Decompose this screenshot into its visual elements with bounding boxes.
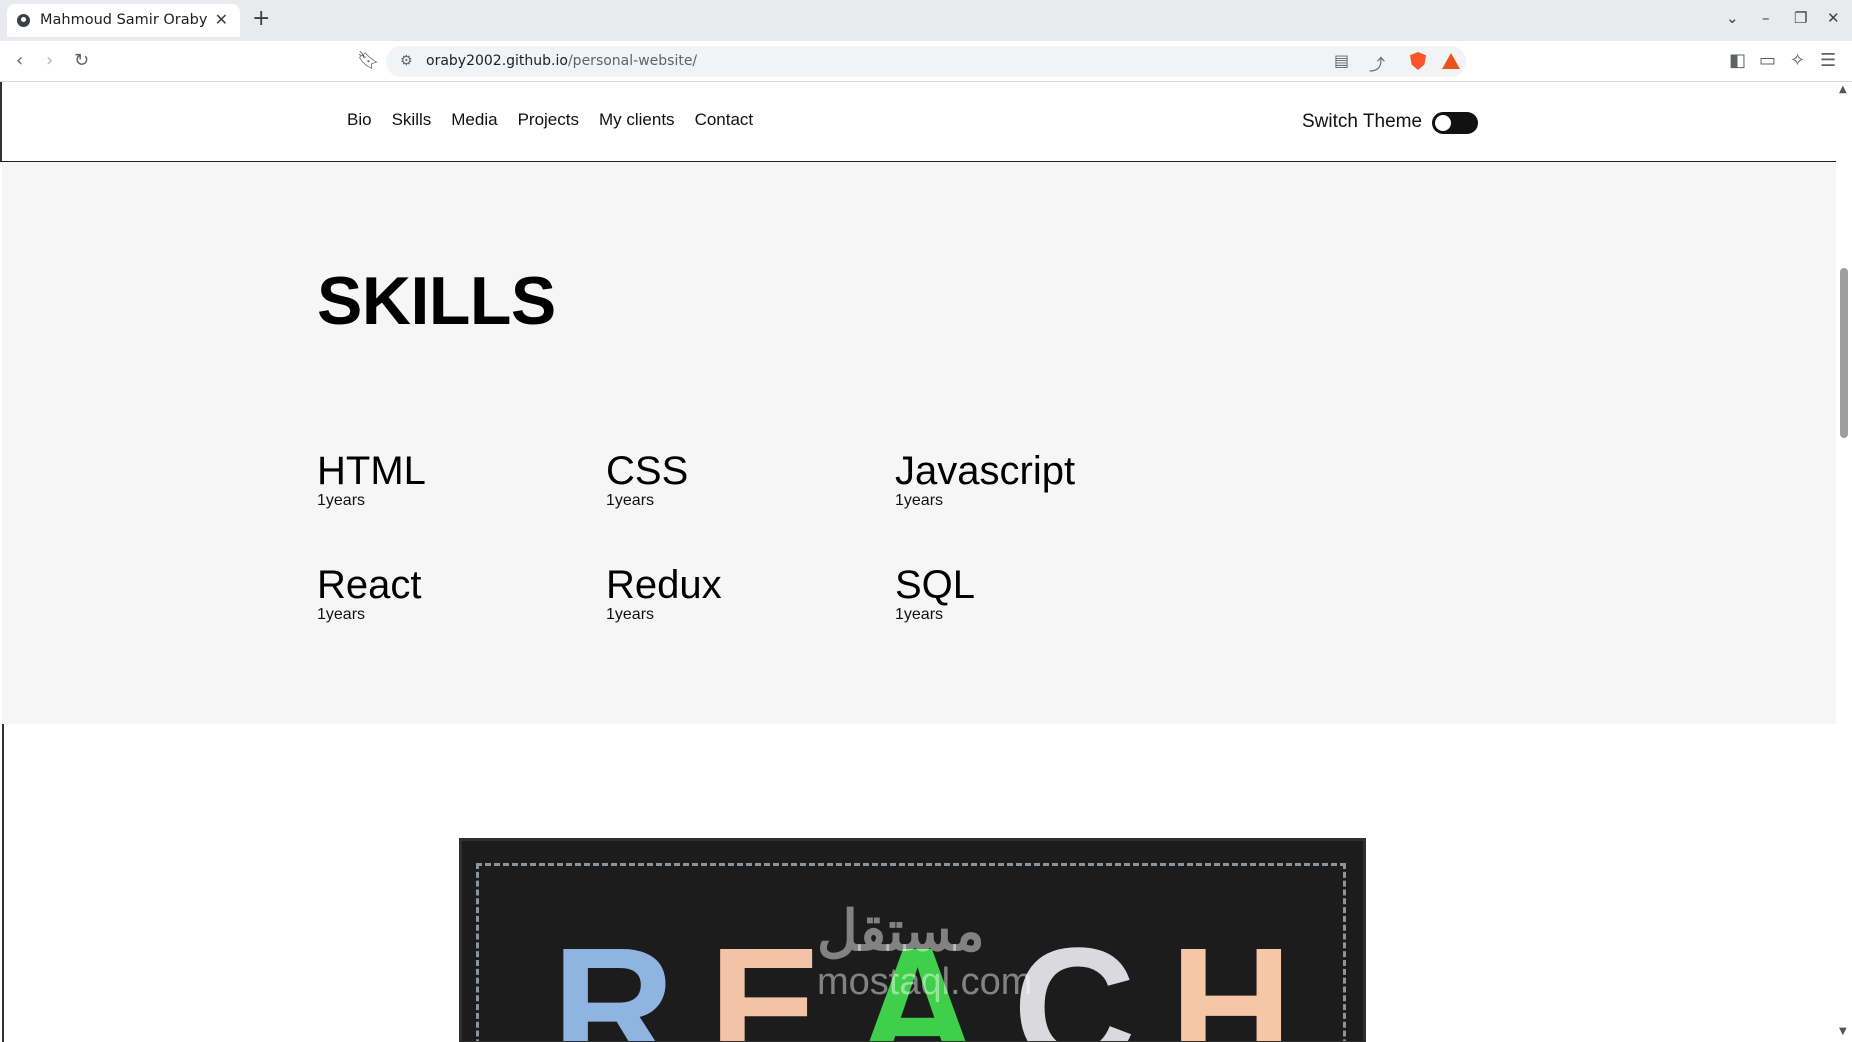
skill-years: 1years — [606, 606, 655, 623]
skill-name: Javascript — [895, 449, 1076, 493]
browser-tab-strip: Mahmoud Samir Oraby ✕ + ⌄ – ❐ ✕ — [0, 0, 1852, 41]
skill-name: Redux — [606, 563, 722, 607]
close-tab-icon[interactable]: ✕ — [215, 10, 228, 29]
site-header: Bio Skills Media Projects My clients Con… — [0, 82, 1836, 162]
wallet-icon[interactable]: ▭ — [1759, 50, 1776, 72]
skills-heading: SKILLS — [317, 263, 556, 339]
menu-icon[interactable]: ☰ — [1820, 50, 1836, 72]
nav-item-contact[interactable]: Contact — [695, 110, 754, 130]
skill-years: 1years — [895, 492, 944, 509]
bookmark-icon[interactable]: 🔖︎ — [357, 50, 380, 72]
scroll-down-arrow-icon[interactable]: ▼ — [1839, 1026, 1847, 1037]
url-host: oraby2002.github.io — [426, 53, 568, 69]
skill-item: CSS 1years — [606, 449, 886, 511]
brave-rewards-icon[interactable] — [1442, 53, 1460, 69]
skill-item: SQL 1years — [895, 563, 1175, 625]
minimize-window-icon[interactable]: – — [1762, 9, 1770, 27]
nav-item-skills[interactable]: Skills — [392, 110, 432, 130]
chalk-letter: E — [708, 913, 823, 1042]
tab-list-chevron-icon[interactable]: ⌄ — [1726, 9, 1739, 27]
skill-years: 1years — [606, 492, 655, 509]
page-viewport: Bio Skills Media Projects My clients Con… — [0, 82, 1852, 1042]
skill-item: Javascript 1years — [895, 449, 1175, 511]
skill-years: 1years — [317, 606, 366, 623]
url-path: /personal-website/ — [567, 53, 698, 69]
skill-name: HTML — [317, 449, 426, 493]
skill-item: React 1years — [317, 563, 597, 625]
switch-theme-label: Switch Theme — [1302, 111, 1423, 132]
sidebar-toggle-icon[interactable]: ◧ — [1729, 50, 1746, 72]
media-section: R E A C H مستقل mostaql.com — [2, 724, 1836, 1042]
leo-ai-icon[interactable]: ✧ — [1790, 50, 1805, 72]
nav-item-my-clients[interactable]: My clients — [599, 110, 675, 130]
watermark-url: mostaql.com — [817, 961, 1033, 1003]
globe-icon — [17, 14, 30, 27]
forward-arrow-icon[interactable]: › — [46, 50, 53, 72]
url-text[interactable]: oraby2002.github.io/personal-website/ — [426, 53, 697, 69]
scrollbar-thumb[interactable] — [1840, 268, 1848, 438]
skill-years: 1years — [317, 492, 366, 509]
watermark: مستقل — [817, 899, 985, 962]
chalk-letter: H — [1169, 913, 1293, 1042]
react-chalkboard-image: R E A C H مستقل mostaql.com — [459, 838, 1366, 1042]
browser-tab[interactable]: Mahmoud Samir Oraby ✕ — [7, 4, 240, 37]
page-scrollbar[interactable]: ▲ ▼ — [1836, 82, 1852, 1042]
skill-item: Redux 1years — [606, 563, 886, 625]
browser-toolbar: ‹ › ↻ 🔖︎ ⚙︎ oraby2002.github.io/personal… — [0, 41, 1852, 82]
address-bar[interactable]: ⚙︎ oraby2002.github.io/personal-website/… — [386, 46, 1466, 77]
page-content: Bio Skills Media Projects My clients Con… — [0, 82, 1836, 1042]
scroll-up-arrow-icon[interactable]: ▲ — [1839, 84, 1847, 95]
skill-item: HTML 1years — [317, 449, 597, 511]
back-arrow-icon[interactable]: ‹ — [16, 50, 23, 72]
skills-section: SKILLS HTML 1years CSS 1years Javascript… — [2, 162, 1836, 724]
reader-mode-icon[interactable]: ▤ — [1334, 51, 1349, 70]
nav-item-projects[interactable]: Projects — [518, 110, 579, 130]
skill-name: React — [317, 563, 422, 607]
skill-name: SQL — [895, 563, 976, 607]
chalk-letter: R — [552, 913, 675, 1042]
restore-window-icon[interactable]: ❐ — [1794, 9, 1807, 27]
close-window-icon[interactable]: ✕ — [1827, 9, 1840, 27]
main-nav: Bio Skills Media Projects My clients Con… — [347, 110, 753, 130]
nav-item-bio[interactable]: Bio — [347, 110, 372, 130]
new-tab-button[interactable]: + — [252, 7, 270, 31]
toggle-knob — [1435, 115, 1451, 131]
site-info-icon[interactable]: ⚙︎ — [400, 53, 413, 69]
share-icon[interactable]: ⤴︎ — [1369, 51, 1385, 75]
skill-years: 1years — [895, 606, 944, 623]
reload-icon[interactable]: ↻ — [74, 50, 89, 72]
brave-shields-icon[interactable] — [1410, 52, 1426, 70]
theme-toggle[interactable] — [1432, 112, 1478, 134]
tab-title: Mahmoud Samir Oraby — [40, 12, 208, 28]
nav-item-media[interactable]: Media — [451, 110, 497, 130]
skill-name: CSS — [606, 449, 689, 493]
